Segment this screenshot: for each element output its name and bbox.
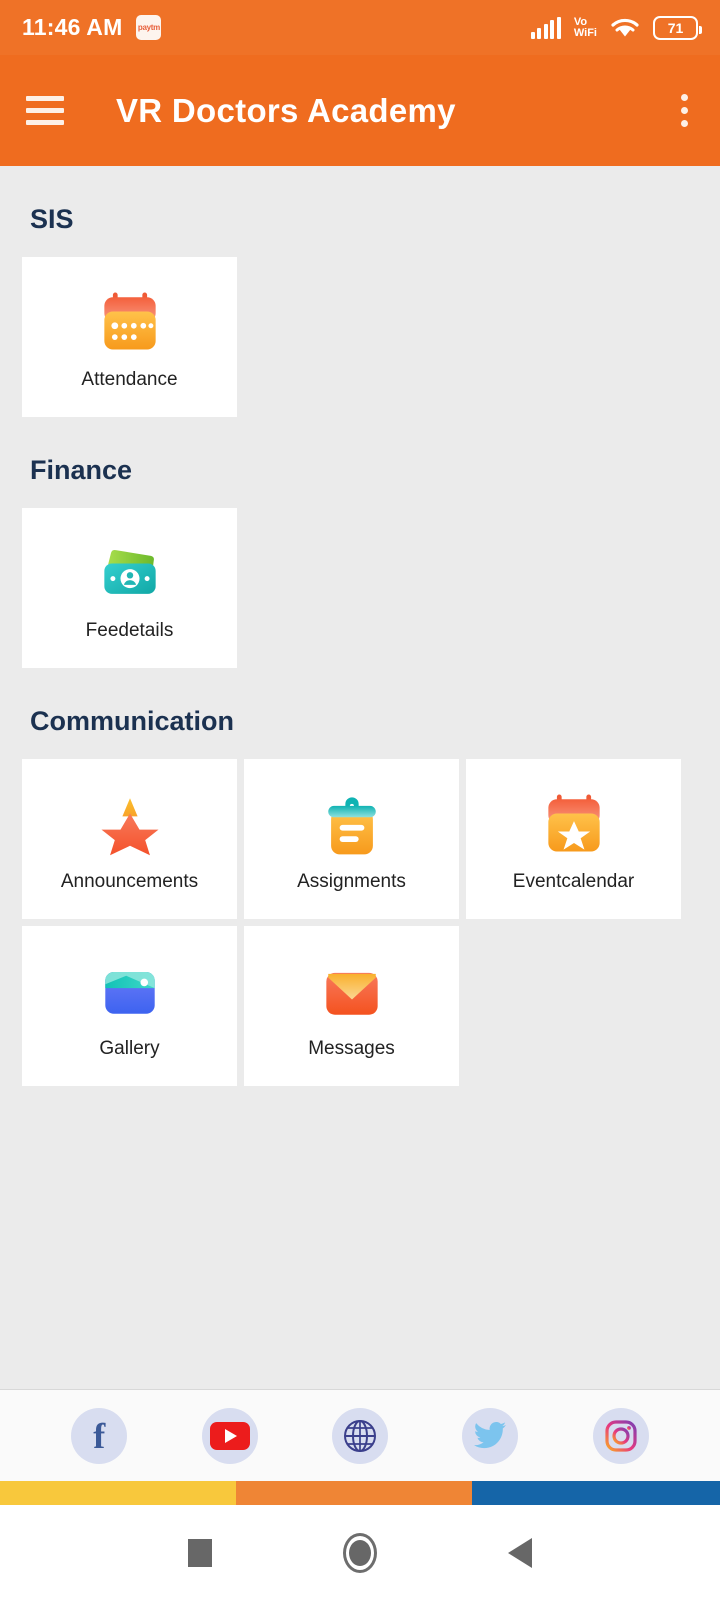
- square-icon: [188, 1538, 212, 1567]
- card-announcements[interactable]: Announcements: [22, 759, 237, 919]
- section-title: Communication: [30, 706, 235, 736]
- card-messages[interactable]: Messages: [244, 926, 459, 1086]
- star-icon: [92, 785, 168, 861]
- website-globe-icon[interactable]: [331, 1407, 388, 1464]
- section-finance: Finance Feedetails: [0, 417, 720, 668]
- stripe-blue: [472, 1481, 720, 1505]
- section-sis: SIS Attendance: [0, 166, 720, 417]
- instagram-icon[interactable]: [592, 1407, 649, 1464]
- vowifi-icon: Vo WiFi: [573, 15, 597, 39]
- circle-icon: [343, 1532, 377, 1573]
- battery-icon: 71: [653, 15, 702, 40]
- signal-bars-icon: [530, 16, 561, 39]
- card-gallery[interactable]: Gallery: [22, 926, 237, 1086]
- card-label: Assignments: [297, 871, 406, 892]
- wifi-icon: [611, 18, 639, 36]
- section-title: SIS: [30, 204, 74, 234]
- social-links-bar: f: [0, 1389, 720, 1481]
- main-content: SIS Attendance Finance Feedetails Commun…: [0, 166, 720, 1389]
- status-icons: Vo WiFi 71: [530, 15, 702, 40]
- card-label: Eventcalendar: [512, 871, 635, 892]
- triangle-back-icon: [508, 1537, 532, 1568]
- section-title: Finance: [30, 455, 133, 485]
- hamburger-menu-icon[interactable]: [26, 96, 64, 125]
- card-label: Attendance: [81, 369, 178, 390]
- back-button[interactable]: [440, 1537, 600, 1568]
- status-time: 11:46 AM: [22, 14, 123, 40]
- section-communication: Communication Announcements Assignments …: [0, 668, 720, 1086]
- card-assignments[interactable]: Assignments: [244, 759, 459, 919]
- stripe-orange: [236, 1481, 472, 1505]
- stripe-yellow: [0, 1481, 236, 1505]
- youtube-icon[interactable]: [201, 1407, 258, 1464]
- image-icon: [92, 952, 168, 1028]
- app-bar: VR Doctors Academy: [0, 55, 720, 166]
- card-eventcalendar[interactable]: Eventcalendar: [466, 759, 681, 919]
- envelope-icon: [314, 952, 390, 1028]
- card-grid: Attendance: [22, 257, 698, 417]
- card-label: Gallery: [99, 1038, 160, 1059]
- calendar-icon: [92, 283, 168, 359]
- tricolor-stripe: [0, 1481, 720, 1505]
- status-bar: 11:46 AM paytm Vo WiFi 71: [0, 0, 720, 55]
- card-feedetails[interactable]: Feedetails: [22, 508, 237, 668]
- twitter-icon[interactable]: [462, 1407, 519, 1464]
- card-grid: Announcements Assignments Eventcalendar …: [22, 759, 698, 1086]
- card-attendance[interactable]: Attendance: [22, 257, 237, 417]
- phone-screen: 11:46 AM paytm Vo WiFi 71 VR Doctors Aca…: [0, 0, 720, 1600]
- home-button[interactable]: [280, 1532, 440, 1573]
- card-label: Announcements: [60, 871, 199, 892]
- recents-button[interactable]: [120, 1538, 280, 1567]
- android-nav-bar: [0, 1505, 720, 1600]
- calendar-star-icon: [536, 785, 612, 861]
- card-grid: Feedetails: [22, 508, 698, 668]
- more-vert-icon[interactable]: [675, 88, 694, 133]
- card-label: Feedetails: [85, 620, 174, 641]
- facebook-icon[interactable]: f: [71, 1407, 128, 1464]
- paytm-notification-icon: paytm: [136, 15, 162, 40]
- card-label: Messages: [308, 1038, 395, 1059]
- page-title: VR Doctors Academy: [116, 91, 456, 129]
- clipboard-icon: [314, 785, 390, 861]
- money-icon: [92, 534, 168, 610]
